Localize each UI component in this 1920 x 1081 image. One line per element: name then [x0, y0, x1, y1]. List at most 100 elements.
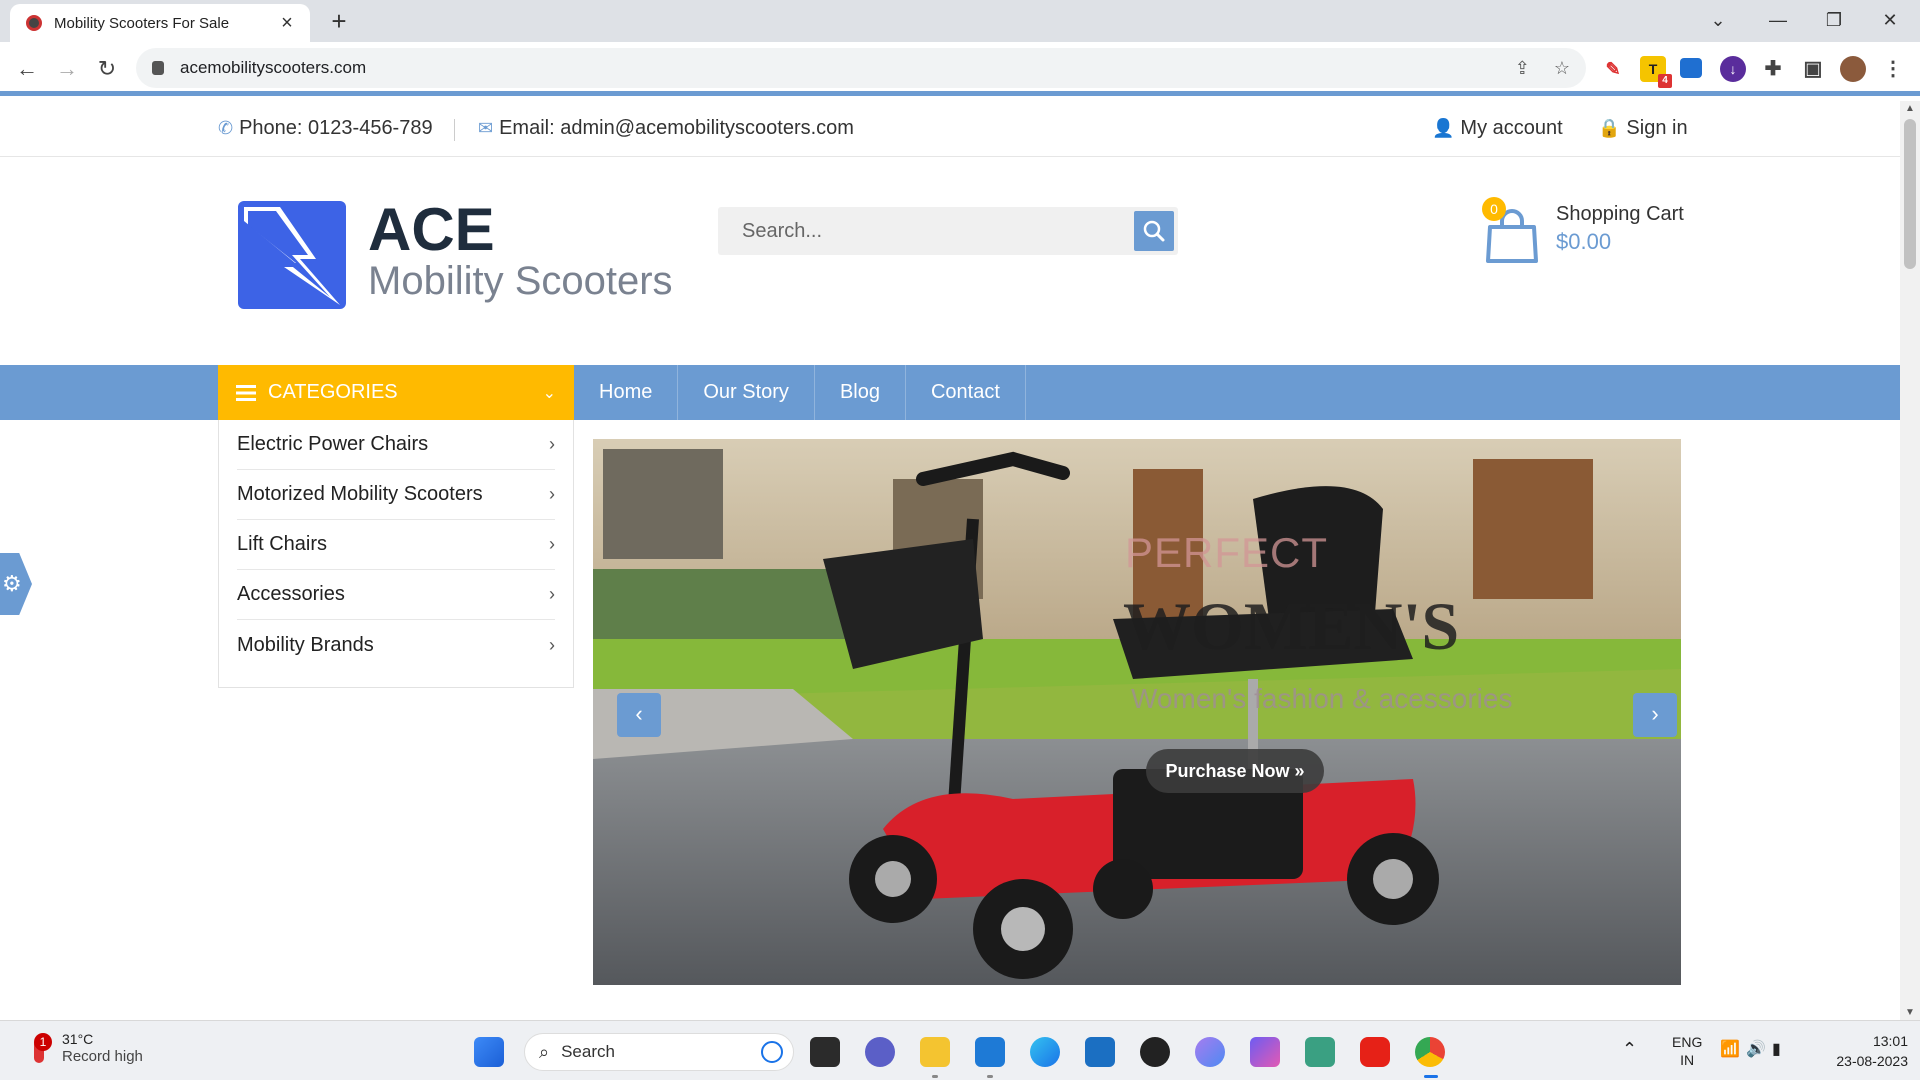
edge-icon[interactable] — [1030, 1037, 1060, 1067]
reload-button[interactable]: ↻ — [90, 52, 124, 86]
dell-icon[interactable] — [1140, 1037, 1170, 1067]
taskbar-search-box[interactable]: ⌕ Search — [524, 1033, 794, 1071]
new-tab-button[interactable]: + — [324, 6, 354, 36]
category-label: Motorized Mobility Scooters — [237, 483, 483, 505]
scroll-up-icon[interactable]: ▲ — [1900, 103, 1920, 114]
profile-avatar[interactable] — [1840, 56, 1866, 82]
web-page: ✆ Phone: 0123-456-789 ✉ Email: admin@ace… — [0, 101, 1900, 1020]
tab-title: Mobility Scooters For Sale — [54, 14, 230, 32]
restore-button[interactable]: ❐ — [1814, 5, 1854, 35]
copilot-icon[interactable] — [1195, 1037, 1225, 1067]
categories-toggle-button[interactable]: CATEGORIES ⌄ — [218, 365, 574, 420]
lock-icon — [152, 61, 164, 75]
weather-widget[interactable]: 1 31°C Record high — [28, 1031, 143, 1066]
nav-blog[interactable]: Blog — [815, 365, 906, 420]
language-indicator[interactable]: ENG IN — [1672, 1033, 1702, 1069]
side-panel-icon[interactable]: ▣ — [1800, 56, 1826, 82]
category-item-lift-chairs[interactable]: Lift Chairs › — [237, 520, 555, 570]
minimize-button[interactable]: — — [1758, 5, 1798, 35]
teams-chat-icon[interactable] — [865, 1037, 895, 1067]
weather-note: Record high — [62, 1048, 143, 1065]
file-explorer-icon[interactable] — [920, 1037, 950, 1067]
double-chevron-down-icon: ⌄ — [542, 385, 556, 402]
show-hidden-icons-chevron-icon[interactable]: ⌃ — [1622, 1039, 1637, 1060]
phone-link[interactable]: ✆ Phone: 0123-456-789 — [218, 117, 433, 140]
scrollbar-thumb[interactable] — [1904, 119, 1916, 269]
cart-label: Shopping Cart — [1556, 203, 1684, 225]
store-icon[interactable] — [1085, 1037, 1115, 1067]
cart-count-badge: 0 — [1482, 197, 1506, 221]
main-menu: Home Our Story Blog Contact — [574, 365, 1026, 420]
main-navbar: CATEGORIES ⌄ Home Our Story Blog Contact — [0, 365, 1900, 420]
windows-taskbar: 1 31°C Record high ⌕ Search ⌃ ENG IN 📶 🔊… — [0, 1020, 1920, 1080]
screen-extension-icon[interactable] — [1680, 58, 1702, 78]
nav-contact[interactable]: Contact — [906, 365, 1026, 420]
battery-icon[interactable]: ▮ — [1772, 1039, 1781, 1059]
chevron-right-icon: › — [549, 534, 555, 554]
slider-prev-button[interactable]: ‹ — [617, 693, 661, 737]
hero-slider: PERFECT WOMEN'S Women's fashion & acesso… — [593, 439, 1681, 985]
language-secondary: IN — [1680, 1052, 1695, 1068]
chevron-left-icon: ‹ — [635, 701, 643, 726]
purchase-now-button[interactable]: Purchase Now » — [1146, 749, 1324, 793]
sign-in-link[interactable]: 🔒 Sign in — [1598, 117, 1688, 140]
my-account-link[interactable]: 👤 My account — [1432, 117, 1563, 140]
download-extension-icon[interactable]: ↓ — [1720, 56, 1746, 82]
email-link[interactable]: ✉ Email: admin@acemobilityscooters.com — [478, 117, 854, 140]
logo-title: ACE — [368, 196, 495, 263]
bookmark-star-icon[interactable]: ☆ — [1554, 58, 1570, 79]
running-indicator — [987, 1075, 993, 1078]
ai-sparkle-icon[interactable] — [1250, 1037, 1280, 1067]
windows-start-icon[interactable] — [474, 1037, 504, 1067]
thermometer-icon: 1 — [28, 1032, 52, 1065]
wifi-icon[interactable]: 📶 — [1720, 1039, 1740, 1059]
nav-home[interactable]: Home — [574, 365, 679, 420]
page-scrollbar[interactable]: ▲ ▼ — [1900, 101, 1920, 1020]
lock-icon: 🔒 — [1598, 118, 1621, 138]
scroll-down-icon[interactable]: ▼ — [1900, 1007, 1920, 1018]
address-bar[interactable]: acemobilityscooters.com ⇪ ☆ — [136, 48, 1586, 88]
chevron-right-icon: › — [549, 584, 555, 604]
forward-button[interactable]: → — [50, 52, 84, 86]
cart-total: $0.00 — [1556, 229, 1612, 254]
chatgpt-icon[interactable] — [1305, 1037, 1335, 1067]
close-tab-icon[interactable]: × — [276, 12, 298, 35]
category-item-accessories[interactable]: Accessories › — [237, 570, 555, 620]
phone-text: Phone: 0123-456-789 — [239, 117, 433, 139]
category-item-motorized-mobility-scooters[interactable]: Motorized Mobility Scooters › — [237, 470, 555, 520]
back-button[interactable]: ← — [10, 52, 44, 86]
extensions-puzzle-icon[interactable]: ✚ — [1760, 56, 1786, 82]
search-icon — [1143, 220, 1165, 242]
category-item-mobility-brands[interactable]: Mobility Brands › — [237, 620, 555, 670]
pen-extension-icon[interactable]: ✎ — [1600, 56, 1626, 82]
close-window-button[interactable]: ✕ — [1870, 5, 1910, 35]
slide-heading-large: WOMEN'S — [1123, 588, 1460, 664]
chrome-icon[interactable] — [1415, 1037, 1445, 1067]
vscode-icon[interactable] — [975, 1037, 1005, 1067]
weather-alert-badge: 1 — [34, 1032, 52, 1051]
clock[interactable]: 13:01 23-08-2023 — [1812, 1031, 1908, 1071]
running-indicator — [932, 1075, 938, 1078]
volume-icon[interactable]: 🔊 — [1746, 1039, 1766, 1059]
browser-tab-strip: Mobility Scooters For Sale × + ⌄ — ❐ ✕ — [0, 0, 1920, 42]
search-icon: ⌕ — [539, 1041, 550, 1062]
youtube-icon[interactable] — [1360, 1037, 1390, 1067]
user-icon: 👤 — [1432, 118, 1455, 138]
browser-toolbar: ← → ↻ acemobilityscooters.com ⇪ ☆ ✎ T4 ↓… — [0, 42, 1920, 96]
share-icon[interactable]: ⇪ — [1515, 58, 1530, 79]
browser-menu-icon[interactable]: ⋮ — [1880, 56, 1906, 82]
chevron-right-icon: › — [549, 484, 555, 504]
lightning-logo-icon — [238, 201, 346, 309]
categories-list: Electric Power Chairs › Motorized Mobili… — [218, 420, 574, 688]
settings-gear-tab[interactable]: ⚙ — [0, 553, 32, 615]
tab-search-chevron-icon[interactable]: ⌄ — [1698, 5, 1738, 35]
slider-next-button[interactable]: › — [1633, 693, 1677, 737]
search-input[interactable] — [718, 207, 1136, 255]
category-item-electric-power-chairs[interactable]: Electric Power Chairs › — [237, 420, 555, 470]
category-label: Lift Chairs — [237, 533, 328, 555]
nav-our-story[interactable]: Our Story — [678, 365, 815, 420]
t-extension-icon[interactable]: T4 — [1640, 56, 1672, 88]
task-view-icon[interactable] — [810, 1037, 840, 1067]
search-button[interactable] — [1134, 211, 1174, 251]
browser-tab[interactable]: Mobility Scooters For Sale × — [10, 4, 310, 42]
